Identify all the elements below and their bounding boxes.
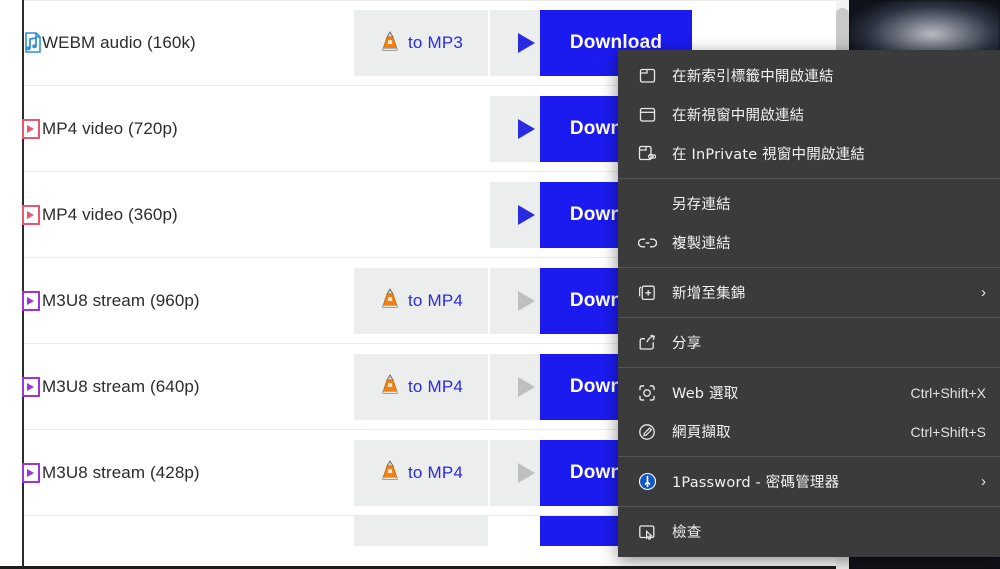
menu-item[interactable]: 另存連結 [618, 184, 1000, 223]
menu-item-label: 網頁擷取 [672, 425, 731, 441]
convert-button[interactable] [354, 516, 488, 546]
web-capture-icon [636, 423, 658, 441]
format-label: M3U8 stream (960p) [42, 290, 200, 310]
menu-separator [618, 506, 1000, 507]
convert-button-label: to MP4 [407, 376, 464, 396]
format-label: M3U8 stream (640p) [42, 376, 200, 396]
onepassword-icon [636, 472, 658, 491]
vlc-cone-icon [379, 459, 401, 486]
menu-item-label: 在新索引標籤中開啟連結 [672, 69, 834, 85]
convert-button[interactable]: to MP3 [354, 10, 488, 76]
convert-button-label: to MP4 [407, 462, 464, 482]
menu-item[interactable]: 在新視窗中開啟連結 [618, 95, 1000, 134]
menu-item[interactable]: 在新索引標籤中開啟連結 [618, 56, 1000, 95]
menu-item-label: 1Password - 密碼管理器 [672, 475, 840, 491]
menu-item[interactable]: 複製連結 [618, 223, 1000, 262]
menu-separator [618, 367, 1000, 368]
menu-item[interactable]: 新增至集錦 › [618, 273, 1000, 312]
context-menu: 在新索引標籤中開啟連結 在新視窗中開啟連結 在 InPrivate 視窗中開啟連… [618, 50, 1000, 557]
format-label: MP4 video (720p) [42, 118, 178, 138]
play-triangle-icon [518, 204, 535, 225]
convert-button-label: to MP4 [407, 290, 464, 310]
menu-item[interactable]: 檢查 [618, 512, 1000, 551]
play-triangle-icon [518, 290, 535, 311]
convert-button-label: to MP3 [407, 33, 464, 52]
menu-item-label: 複製連結 [672, 236, 731, 252]
play-triangle-icon [518, 118, 535, 139]
menu-item[interactable]: 1Password - 密碼管理器 › [618, 462, 1000, 501]
format-label: WEBM audio (160k) [42, 33, 196, 52]
menu-item-label: 在 InPrivate 視窗中開啟連結 [672, 147, 866, 163]
share-icon [636, 334, 658, 352]
menu-item[interactable]: 網頁擷取 Ctrl+Shift+S [618, 412, 1000, 451]
menu-item-label: 新增至集錦 [672, 286, 746, 302]
collections-icon [636, 284, 658, 302]
menu-separator [618, 178, 1000, 179]
vlc-cone-icon [379, 287, 401, 314]
menu-separator [618, 267, 1000, 268]
inspect-icon [636, 523, 658, 541]
new-window-icon [636, 106, 658, 123]
convert-button[interactable]: to MP4 [354, 439, 488, 506]
menu-item[interactable]: 在 InPrivate 視窗中開啟連結 [618, 134, 1000, 173]
chevron-right-icon: › [981, 284, 986, 301]
new-tab-icon [636, 67, 658, 84]
convert-button[interactable]: to MP4 [354, 353, 488, 420]
menu-item-label: Web 選取 [672, 386, 739, 402]
chevron-right-icon: › [981, 473, 986, 490]
menu-item[interactable]: Web 選取 Ctrl+Shift+X [618, 373, 1000, 412]
menu-item-label: 另存連結 [672, 197, 731, 213]
menu-item-label: 在新視窗中開啟連結 [672, 108, 805, 124]
menu-item-label: 檢查 [672, 525, 702, 541]
menu-item[interactable]: 分享 [618, 323, 1000, 362]
menu-separator [618, 317, 1000, 318]
menu-separator [618, 456, 1000, 457]
play-triangle-icon [518, 33, 535, 53]
format-label: M3U8 stream (428p) [42, 462, 200, 482]
menu-item-shortcut: Ctrl+Shift+X [910, 384, 986, 401]
convert-button[interactable]: to MP4 [354, 267, 488, 334]
web-select-icon [636, 384, 658, 402]
format-label: MP4 video (360p) [42, 204, 178, 224]
screenshot-root: WEBM audio (160k) to MP3 Download MP4 vi… [0, 0, 1000, 569]
vlc-cone-icon [379, 373, 401, 400]
play-triangle-icon [518, 376, 535, 397]
vlc-cone-icon [379, 30, 401, 57]
play-triangle-icon [518, 462, 535, 483]
inprivate-icon [636, 145, 658, 163]
menu-item-shortcut: Ctrl+Shift+S [910, 423, 986, 440]
menu-item-label: 分享 [672, 336, 702, 352]
link-icon [636, 236, 658, 250]
